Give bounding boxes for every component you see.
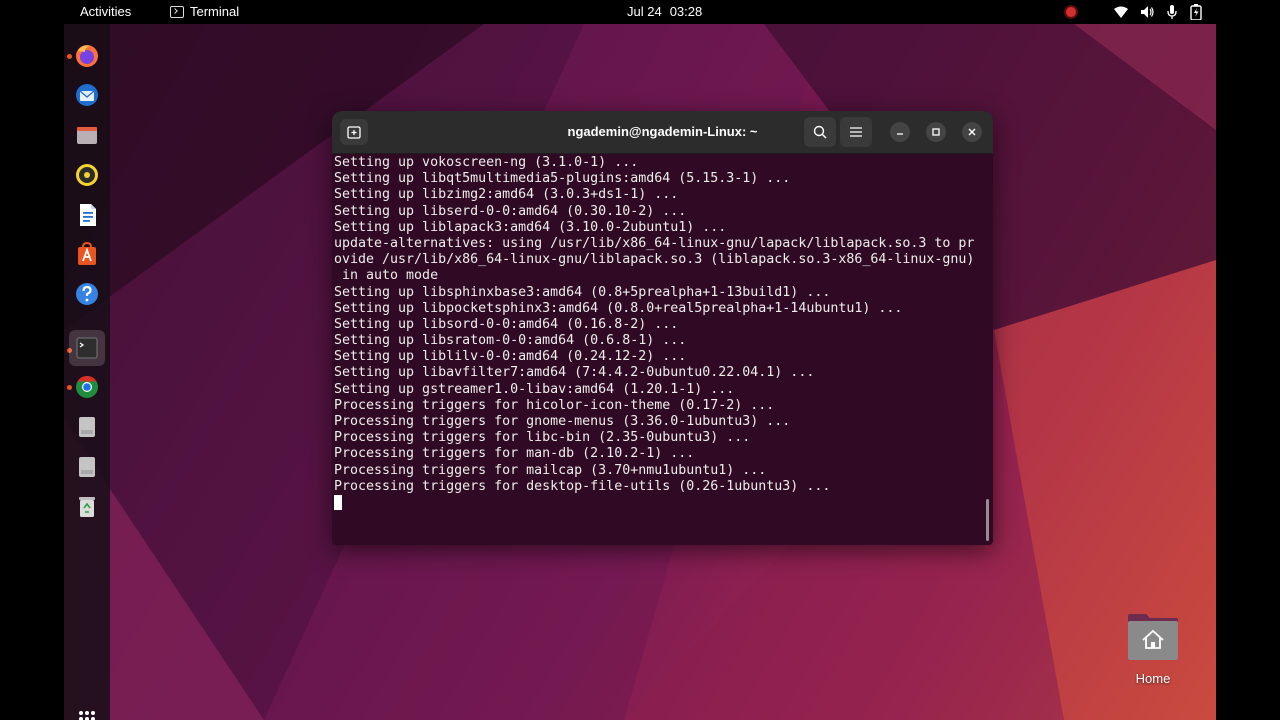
terminal-icon	[170, 5, 184, 18]
document-icon	[80, 204, 96, 226]
terminal-line: Processing triggers for man-db (2.10.2-1…	[334, 446, 695, 462]
terminal-line: Setting up vokoscreen-ng (3.1.0-1) ...	[334, 155, 639, 170]
scrollbar[interactable]	[986, 499, 989, 541]
dock-files[interactable]	[72, 120, 102, 150]
minimize-icon	[897, 133, 903, 135]
dock	[64, 24, 110, 720]
menu-button[interactable]	[840, 117, 872, 147]
close-icon	[968, 128, 976, 136]
dock-disk-1[interactable]	[72, 412, 102, 442]
dock-trash[interactable]	[72, 492, 102, 522]
thunderbird-icon	[76, 84, 98, 106]
terminal-line: Processing triggers for hicolor-icon-the…	[334, 397, 775, 413]
terminal-line: Processing triggers for desktop-file-uti…	[334, 478, 831, 494]
firefox-icon	[76, 45, 98, 67]
terminal-line: Setting up liblapack3:amd64 (3.10.0-2ubu…	[334, 219, 727, 235]
hamburger-menu-icon	[850, 127, 862, 137]
browser-icon	[76, 376, 98, 398]
terminal-line: Setting up libsord-0-0:amd64 (0.16.8-2) …	[334, 316, 679, 332]
dock-ubuntu-software[interactable]	[72, 239, 102, 269]
terminal-app-icon	[76, 337, 98, 359]
app-menu-label: Terminal	[190, 4, 240, 19]
dock-rhythmbox[interactable]	[72, 160, 102, 190]
terminal-line: Setting up gstreamer1.0-libav:amd64 (1.2…	[334, 381, 735, 397]
home-folder-label[interactable]: Home	[1118, 671, 1188, 686]
close-button[interactable]	[962, 122, 982, 142]
terminal-line: Setting up liblilv-0-0:amd64 (0.24.12-2)…	[334, 349, 687, 365]
terminal-line: update-alternatives: using /usr/lib/x86_…	[334, 235, 975, 251]
disk-icon	[79, 457, 95, 477]
maximize-button[interactable]	[926, 122, 946, 142]
minimize-button[interactable]	[890, 122, 910, 142]
terminal-lines: Setting up vokoscreen-ng (3.1.0-1) ... Se…	[334, 155, 984, 495]
clock-date: Jul 24	[627, 4, 662, 19]
terminal-line: Processing triggers for libc-bin (2.35-0…	[334, 430, 751, 446]
dock-help[interactable]	[72, 279, 102, 309]
record-indicator-icon[interactable]	[1066, 7, 1076, 17]
activities-button[interactable]: Activities	[80, 4, 131, 19]
trash-icon	[79, 497, 95, 517]
terminal-line: Setting up libsphinxbase3:amd64 (0.8+5pr…	[334, 284, 831, 300]
terminal-line: Processing triggers for gnome-menus (3.3…	[334, 414, 791, 429]
desktop: Activities Terminal Jul 24 03:28 ngademi…	[64, 0, 1216, 720]
dock-disk-2[interactable]	[72, 452, 102, 482]
terminal-line: in auto mode	[334, 268, 439, 284]
dock-writer[interactable]	[72, 200, 102, 230]
dock-thunderbird[interactable]	[72, 80, 102, 110]
terminal-line: Setting up libavfilter7:amd64 (7:4.4.2-0…	[334, 365, 815, 381]
terminal-headerbar[interactable]: ngademin@ngademin-Linux: ~	[332, 111, 993, 154]
help-icon	[76, 283, 98, 305]
clock[interactable]: Jul 24 03:28	[627, 4, 702, 19]
terminal-line: Setting up libzimg2:amd64 (3.0.3+ds1-1) …	[334, 187, 679, 203]
text-cursor	[334, 494, 342, 510]
app-menu[interactable]: Terminal	[170, 4, 239, 19]
search-icon	[813, 125, 827, 139]
apps-grid-icon[interactable]	[79, 711, 95, 720]
disk-icon	[79, 417, 95, 437]
system-tray[interactable]	[1066, 4, 1202, 20]
terminal-line: Setting up libpocketsphinx3:amd64 (0.8.0…	[334, 300, 903, 316]
wifi-icon[interactable]	[1114, 6, 1128, 18]
terminal-line: Setting up libserd-0-0:amd64 (0.30.10-2)…	[334, 203, 687, 219]
terminal-line: Setting up libsratom-0-0:amd64 (0.6.8-1)…	[334, 333, 687, 349]
search-button[interactable]	[804, 117, 836, 147]
terminal-output[interactable]: Setting up vokoscreen-ng (3.1.0-1) ... Se…	[334, 155, 984, 543]
files-icon	[77, 127, 97, 144]
terminal-window[interactable]: ngademin@ngademin-Linux: ~ Setting up vo…	[332, 111, 993, 545]
software-store-icon	[78, 241, 96, 265]
rhythmbox-icon	[76, 164, 98, 186]
clock-time: 03:28	[669, 4, 703, 19]
volume-icon[interactable]	[1140, 5, 1154, 19]
top-bar: Activities Terminal Jul 24 03:28	[64, 0, 1216, 24]
terminal-line: Processing triggers for mailcap (3.70+nm…	[334, 462, 767, 478]
microphone-icon[interactable]	[1166, 4, 1178, 20]
battery-icon[interactable]	[1190, 4, 1202, 20]
dock-firefox[interactable]	[72, 41, 102, 71]
dock-terminal[interactable]	[69, 330, 105, 366]
terminal-line: ovide /usr/lib/x86_64-linux-gnu/liblapac…	[334, 252, 975, 268]
dock-chrome[interactable]	[72, 372, 102, 402]
terminal-line: Setting up libqt5multimedia5-plugins:amd…	[334, 171, 791, 187]
home-folder-icon[interactable]	[1126, 612, 1180, 662]
maximize-icon	[932, 128, 940, 136]
